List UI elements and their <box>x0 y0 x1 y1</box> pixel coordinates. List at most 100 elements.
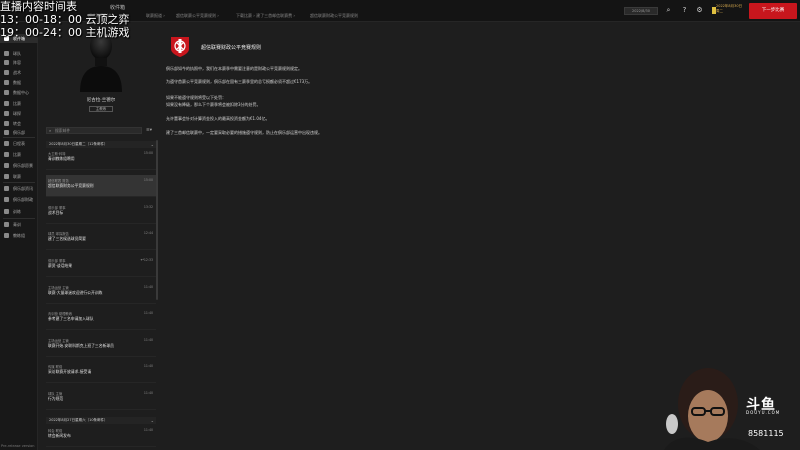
transfers-icon <box>4 121 9 126</box>
match-icon <box>4 101 9 106</box>
sidebar-item-match[interactable]: 比赛 <box>0 99 38 108</box>
sidebar-item-stats[interactable]: 数据 <box>0 78 38 87</box>
breadcrumb-item[interactable]: 下载比赛 › 建了三首邮信联赛费 › <box>236 13 295 19</box>
sidebar-item-label: 转会 <box>13 121 21 126</box>
search-icon[interactable]: ⌕ <box>664 6 673 15</box>
message-subject: 联赛开始-安联科斯克上班了三名新球员 <box>48 343 114 348</box>
search-icon: ⌕ <box>49 128 52 133</box>
squad-icon <box>4 60 9 65</box>
settings-icon[interactable]: ⚙ <box>695 6 704 15</box>
stats-icon <box>4 80 9 85</box>
sidebar-item-scouting[interactable]: 球探 <box>0 109 38 118</box>
list-item[interactable]: 俱乐部 董事 战术目标 13:32 <box>46 202 156 224</box>
list-item[interactable]: 传媒 联络 采访联赛开放请求-接受请 11:40 <box>46 361 156 383</box>
sidebar-item-club-info[interactable]: 俱乐部资讯 <box>0 184 38 193</box>
club-icon <box>4 130 9 135</box>
data-hub-icon <box>4 90 9 95</box>
message-time: 15:00 <box>143 151 153 155</box>
date-group-header[interactable]: 2022年8月30日星期二（12条邮件） ⌄ <box>46 141 156 148</box>
continue-button[interactable]: 下一步比赛 <box>749 3 797 19</box>
sidebar-item-competition[interactable]: 比赛 <box>0 150 38 159</box>
filter-icon[interactable]: ≡▾ <box>146 127 156 134</box>
sidebar-item-club[interactable]: 俱乐部 <box>0 128 38 137</box>
message-subject: 行为规范 <box>48 396 64 401</box>
chevron-down-icon: ⌄ <box>150 142 154 147</box>
list-item[interactable]: 主场运营 主管 联赛开始-安联科斯克上班了三名新球员 11:40 <box>46 335 156 357</box>
current-date: 2022年8月30日 周二 <box>716 4 743 13</box>
sidebar-item-label: 战术 <box>13 70 21 75</box>
message-subject: 采访联赛开放请求-接受请 <box>48 369 92 374</box>
sidebar-item-label: 日程表 <box>13 141 25 146</box>
sidebar-item-club-vision[interactable]: 俱乐部愿景 <box>0 161 38 170</box>
finance-icon <box>4 197 9 202</box>
list-item[interactable]: 青训营 助理教练 参考建了三名申请加入球队 11:40 <box>46 308 156 330</box>
sidebar-item-label: 俱乐部 <box>13 130 25 135</box>
sidebar-item-staff[interactable]: 教练组 <box>0 231 38 240</box>
game-window: 收件箱 超信联赛财产 › 联赛报道 › 超信联赛公平竞赛规则 › 下载比赛 › … <box>0 0 800 450</box>
sidebar-item-training[interactable]: 训练 <box>0 207 38 216</box>
vision-icon <box>4 163 9 168</box>
message-paragraph: 俱乐部如今的执照中，我们在本赛季中需要注意的是财政公平竞赛规则规定。 <box>166 66 302 71</box>
youth-icon <box>4 222 9 227</box>
sidebar-item-label: 球探 <box>13 111 21 116</box>
manager-role-badge: 主教练 <box>89 106 113 112</box>
help-icon[interactable]: ? <box>680 6 689 15</box>
breadcrumb-item[interactable]: 超信联赛财政公平竞赛规则 <box>310 13 358 19</box>
message-paragraph: 为遵守首赛公平竞赛规则，俱乐部在固有三赛季里的总亏损额必须不超过€173万。 <box>166 79 313 84</box>
list-item[interactable]: 俱乐部 董事 薪资·谈话结果 ↩ 12:33 <box>46 255 156 277</box>
list-item[interactable]: 主场运营 主管 联赛·大量球迷欢迎进行公开训练 11:40 <box>46 282 156 304</box>
chevron-down-icon: ⌄ <box>150 418 154 423</box>
version-label: Pre-release version <box>1 444 35 448</box>
league-icon <box>4 174 9 179</box>
sidebar-item-label: 俱乐部资讯 <box>13 186 33 191</box>
message-time: 11:40 <box>143 391 153 395</box>
list-item[interactable]: 球队 主管 行为规范 11:40 <box>46 388 156 410</box>
list-item[interactable]: 大卫斯·科特 青训教练组聘用 15:00 <box>46 148 156 170</box>
info-icon <box>4 186 9 191</box>
douyu-watermark: 斗鱼 DOUYU.COM <box>744 394 794 422</box>
date-group-label: 2022年8月27日星期六（10条邮件） <box>49 418 108 422</box>
sidebar-item-team[interactable]: 球队 <box>0 49 38 58</box>
breadcrumb-item[interactable]: 超信联赛公平竞赛规则 › <box>176 13 219 19</box>
sidebar-item-tactics[interactable]: 战术 <box>0 68 38 77</box>
search-input[interactable]: ⌕ 搜索邮件 <box>46 127 142 134</box>
list-item[interactable]: 球员 球探报告 建了三名候选球员简要 12:44 <box>46 228 156 250</box>
schedule-line: 13：00-18：00 云顶之弈 <box>0 13 130 26</box>
sidebar-item-data-hub[interactable]: 数据中心 <box>0 88 38 97</box>
date-box[interactable]: 2022/8/30 <box>624 7 658 15</box>
message-time: 11:40 <box>143 311 153 315</box>
sidebar-item-label: 训练 <box>13 209 21 214</box>
sidebar-item-label: 青训 <box>13 222 21 227</box>
sidebar-item-label: 球队 <box>13 51 21 56</box>
staff-icon <box>4 233 9 238</box>
message-paragraph: 允许董事会针对计算资金投入的最高投资金额为€1.04亿。 <box>166 116 270 121</box>
schedule-line: 19：00-24：00 主机游戏 <box>0 26 130 39</box>
list-item[interactable]: 转会 联络 转会新闻发布 11:40 <box>46 425 156 447</box>
sidebar-item-finances[interactable]: 俱乐部财政 <box>0 195 38 204</box>
sidebar-item-schedule[interactable]: 日程表 <box>0 139 38 148</box>
tactics-icon <box>4 70 9 75</box>
league-shield-icon <box>171 37 189 57</box>
sidebar-item-transfers[interactable]: 转会 <box>0 119 38 128</box>
date-group-label: 2022年8月30日星期二（12条邮件） <box>49 142 108 146</box>
message-subject: 战术目标 <box>48 210 64 215</box>
date-group-header[interactable]: 2022年8月27日星期六（10条邮件） ⌄ <box>46 417 156 424</box>
manager-name[interactable]: 尼古拉·兰德尔 <box>45 97 157 103</box>
sidebar-item-label: 数据 <box>13 80 21 85</box>
sidebar-item-league[interactable]: 联赛 <box>0 172 38 181</box>
message-subject: 青训教练组聘用 <box>48 156 75 161</box>
scouting-icon <box>4 111 9 116</box>
sidebar-item-label: 比赛 <box>13 152 21 157</box>
sidebar-item-label: 俱乐部财政 <box>13 197 33 202</box>
message-paragraph: 建了三首邮信联赛中，一定要采取必要的措施遵守规则，防止在俱乐部运营中出现违规。 <box>166 130 322 135</box>
message-subject: 超信联赛财务公平竞赛规则 <box>48 183 94 188</box>
sidebar-item-squad[interactable]: 阵容 <box>0 58 38 67</box>
inbox-scrollbar[interactable] <box>156 140 158 300</box>
sidebar-item-label: 比赛 <box>13 101 21 106</box>
sidebar-item-youth[interactable]: 青训 <box>0 220 38 229</box>
search-placeholder: 搜索邮件 <box>55 128 71 133</box>
message-time: 12:44 <box>143 231 153 235</box>
douyu-domain: DOUYU.COM <box>746 410 781 415</box>
list-item-selected[interactable]: 超信联赛 财务 超信联赛财务公平竞赛规则 15:00 <box>46 175 156 197</box>
sidebar-divider <box>3 182 35 183</box>
